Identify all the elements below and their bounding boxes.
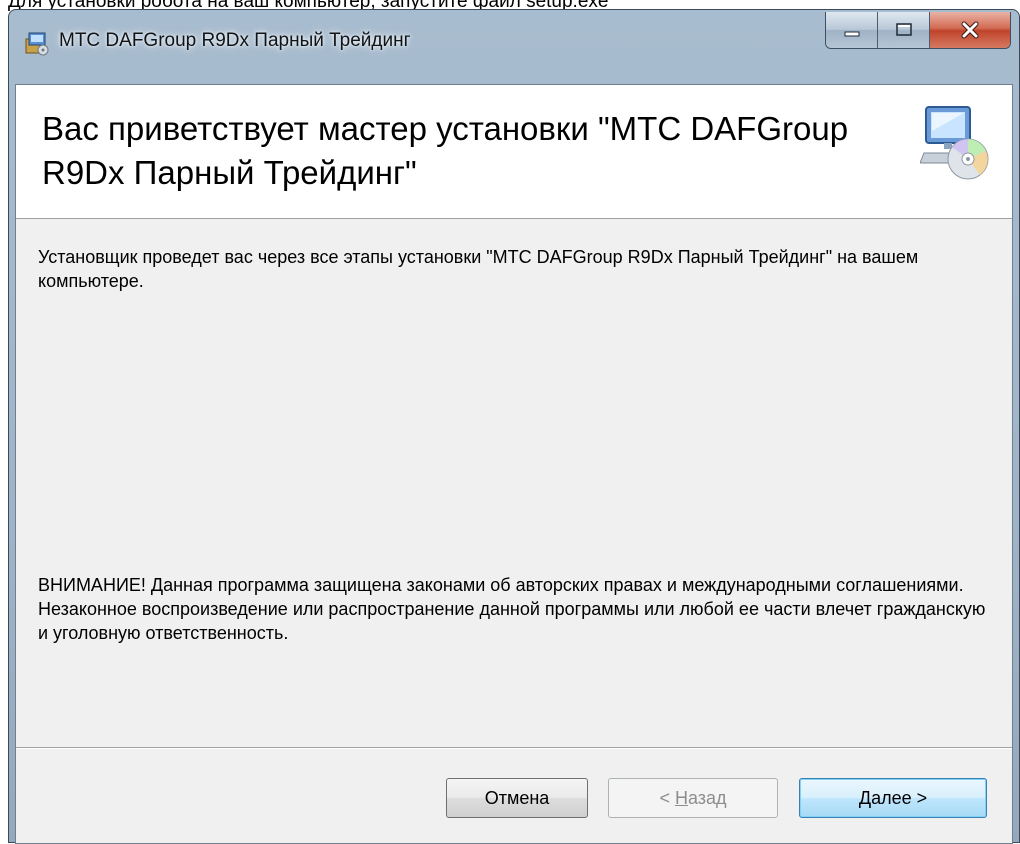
close-button[interactable] <box>930 12 1010 48</box>
window-title: МТС DAFGroup R9Dx Парный Трейдинг <box>59 30 411 51</box>
footer-divider <box>16 747 1012 749</box>
close-icon <box>961 21 979 39</box>
back-button-accesskey: Н <box>674 787 688 808</box>
back-button[interactable]: < Назад <box>608 778 778 818</box>
wizard-banner: Вас приветствует мастер установки "МТС D… <box>16 85 1012 219</box>
maximize-icon <box>895 23 912 36</box>
installer-package-icon <box>23 29 51 57</box>
installer-window: МТС DAFGroup R9Dx Парный Трейдинг Вас пр… <box>8 9 1020 844</box>
cancel-button[interactable]: Отмена <box>446 778 588 818</box>
minimize-icon <box>844 31 859 37</box>
next-button-accesskey: Д <box>858 787 872 808</box>
minimize-button[interactable] <box>826 12 878 48</box>
back-button-label: азад <box>687 787 727 808</box>
computer-cd-icon <box>919 101 992 185</box>
caption-buttons <box>825 12 1011 49</box>
dialog-client-area: Вас приветствует мастер установки "МТС D… <box>15 84 1013 844</box>
maximize-button[interactable] <box>878 12 930 48</box>
welcome-title: Вас приветствует мастер установки "МТС D… <box>42 110 849 191</box>
next-button-label: алее > <box>871 787 928 808</box>
intro-text: Установщик проведет вас через все этапы … <box>38 247 919 291</box>
title-bar[interactable]: МТС DAFGroup R9Dx Парный Трейдинг <box>9 10 1019 70</box>
next-button[interactable]: Далее > <box>799 778 987 818</box>
copyright-warning: ВНИМАНИЕ! Данная программа защищена зако… <box>38 575 986 643</box>
back-button-prefix: < <box>659 787 675 808</box>
